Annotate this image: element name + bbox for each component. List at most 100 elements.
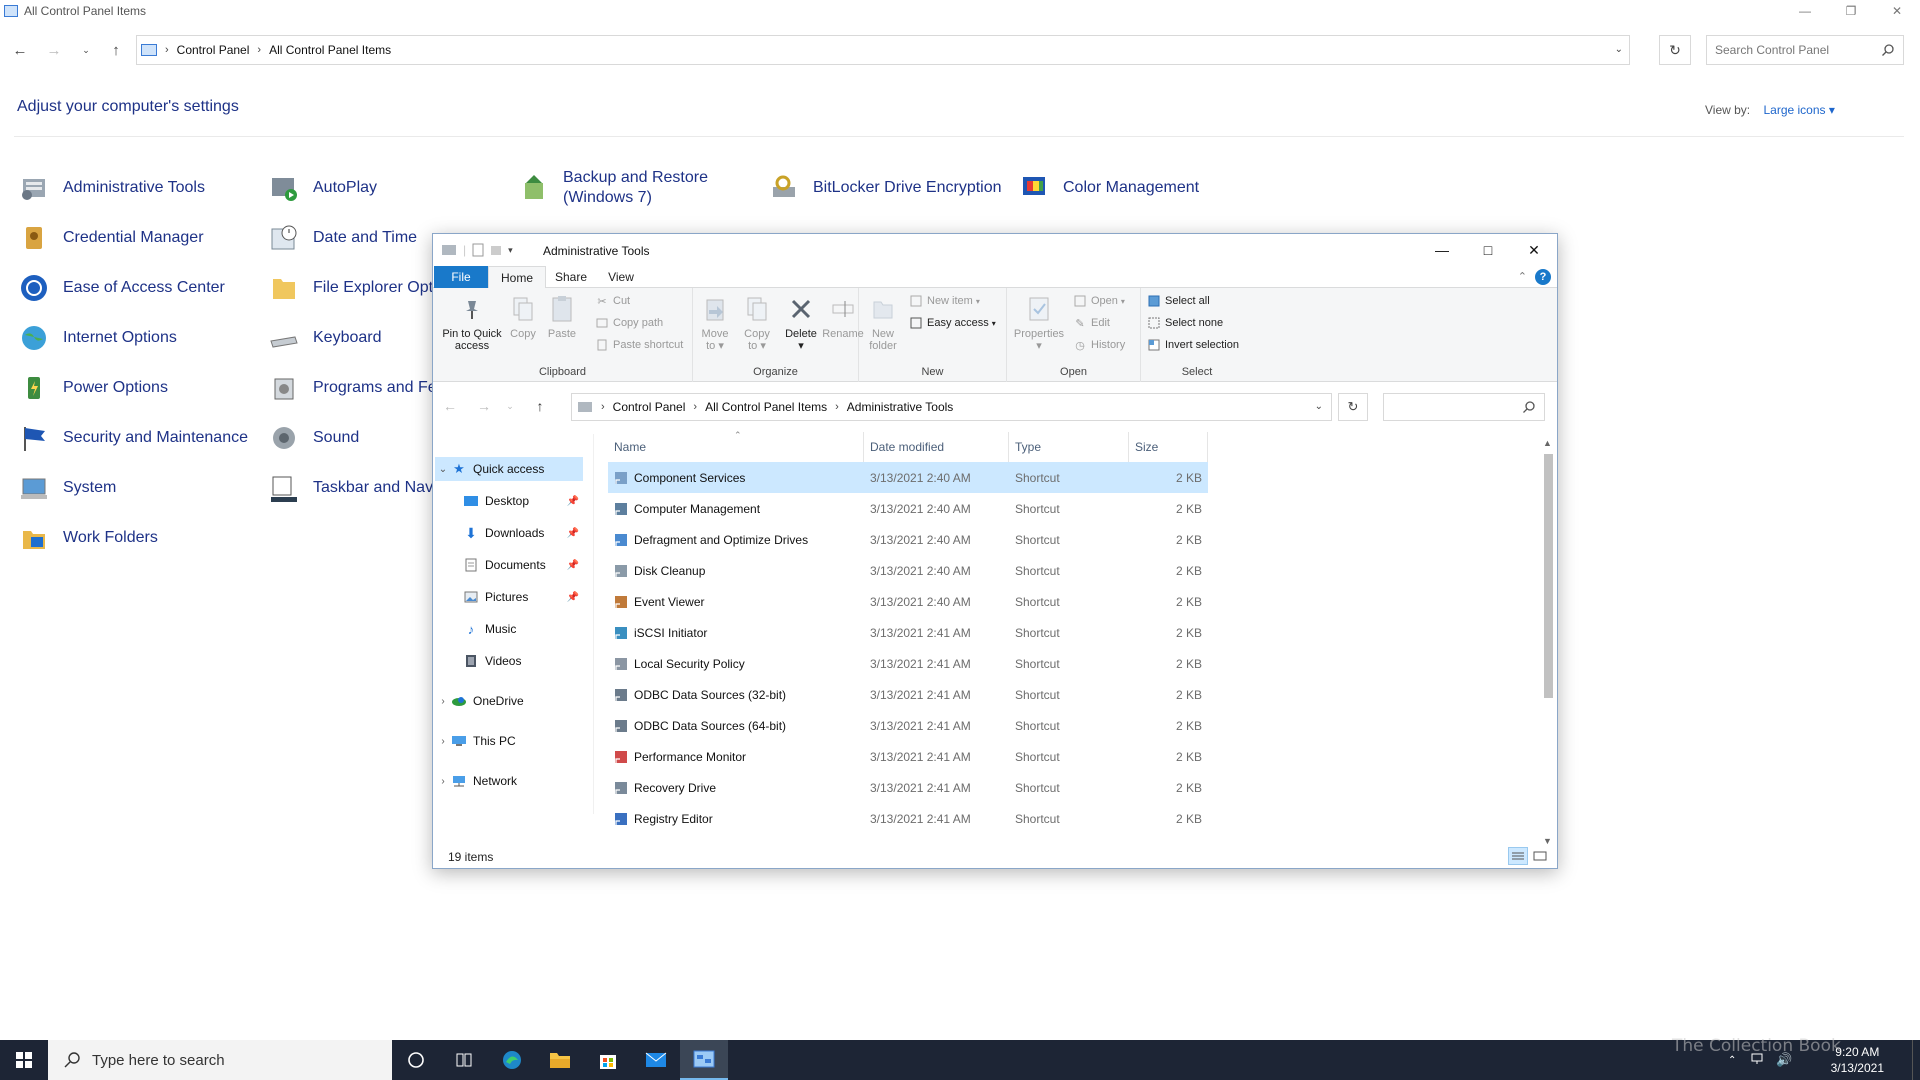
show-desktop-button[interactable] xyxy=(1912,1040,1920,1080)
mail-button[interactable] xyxy=(632,1040,680,1080)
pin-quick-access-button[interactable]: Pin to Quick access xyxy=(441,294,503,352)
back-arrow-icon[interactable]: ← xyxy=(8,34,32,66)
new-folder-icon[interactable] xyxy=(490,243,502,257)
file-row[interactable]: Disk Cleanup 3/13/2021 2:40 AM Shortcut 2 K… xyxy=(608,555,1208,586)
file-row[interactable]: Local Security Policy 3/13/2021 2:41 AM Sh… xyxy=(608,648,1208,679)
paste-shortcut-button[interactable]: Paste shortcut xyxy=(595,336,683,354)
restore-icon[interactable]: ❐ xyxy=(1828,0,1874,22)
cp-item-date-time[interactable]: Date and Time xyxy=(268,218,417,258)
cp-item-taskbar-navigation[interactable]: Taskbar and Navig xyxy=(268,468,446,508)
task-view-button[interactable] xyxy=(440,1040,488,1080)
rename-button[interactable]: Rename xyxy=(822,294,864,340)
tab-home[interactable]: Home xyxy=(488,266,546,289)
easy-access-button[interactable]: Easy access ▾ xyxy=(909,314,996,332)
open-button[interactable]: Open ▾ xyxy=(1073,292,1125,310)
store-button[interactable] xyxy=(584,1040,632,1080)
tab-share[interactable]: Share xyxy=(546,266,596,288)
edit-button[interactable]: ✎ Edit xyxy=(1073,314,1110,332)
chevron-right-icon[interactable]: › xyxy=(435,776,451,787)
cp-item-programs-features[interactable]: Programs and Fe xyxy=(268,368,437,408)
column-name[interactable]: Name xyxy=(608,432,864,462)
column-size[interactable]: Size xyxy=(1129,432,1208,462)
properties-dropdown-icon[interactable]: ▾ xyxy=(1036,340,1042,352)
nav-downloads[interactable]: ⬇ Downloads 📌 xyxy=(463,521,581,545)
scrollbar-thumb[interactable] xyxy=(1544,454,1553,698)
pane-splitter[interactable] xyxy=(593,434,594,814)
forward-arrow-icon[interactable]: → xyxy=(42,34,66,66)
qat-dropdown-icon[interactable]: ▾ xyxy=(508,245,513,256)
large-icons-view-button[interactable] xyxy=(1530,847,1550,865)
file-explorer-button[interactable] xyxy=(536,1040,584,1080)
cp-item-credential-manager[interactable]: Credential Manager xyxy=(18,218,204,258)
close-icon[interactable]: ✕ xyxy=(1511,234,1557,266)
start-button[interactable] xyxy=(0,1040,48,1080)
paste-button[interactable]: Paste xyxy=(545,294,579,340)
edge-button[interactable] xyxy=(488,1040,536,1080)
nav-quick-access[interactable]: ⌄ ★ Quick access xyxy=(435,457,583,481)
nav-network[interactable]: › Network xyxy=(435,769,583,793)
file-row[interactable]: ODBC Data Sources (32-bit) 3/13/2021 2:41… xyxy=(608,679,1208,710)
tab-file[interactable]: File xyxy=(434,266,488,288)
tab-view[interactable]: View xyxy=(596,266,646,288)
up-arrow-icon[interactable]: ↑ xyxy=(529,394,551,418)
recent-locations-chevron-icon[interactable]: ⌄ xyxy=(74,34,98,66)
pin-icon[interactable]: 📌 xyxy=(567,496,579,507)
cp-item-color-management[interactable]: Color Management xyxy=(1018,168,1199,208)
cp-item-sound[interactable]: Sound xyxy=(268,418,359,458)
minimize-icon[interactable]: — xyxy=(1782,0,1828,22)
select-all-button[interactable]: Select all xyxy=(1147,292,1210,310)
pin-icon[interactable]: 📌 xyxy=(567,592,579,603)
file-row[interactable]: Component Services 3/13/2021 2:40 AM Short… xyxy=(608,462,1208,493)
history-button[interactable]: ◷ History xyxy=(1073,336,1125,354)
nav-videos[interactable]: Videos xyxy=(463,649,581,673)
pin-icon[interactable]: 📌 xyxy=(567,560,579,571)
refresh-button[interactable]: ↻ xyxy=(1338,393,1368,421)
cortana-button[interactable] xyxy=(392,1040,440,1080)
delete-dropdown-icon[interactable]: ▾ xyxy=(798,340,804,352)
cp-search-box[interactable]: Search Control Panel xyxy=(1706,35,1904,65)
refresh-button[interactable]: ↻ xyxy=(1659,35,1691,65)
nav-onedrive[interactable]: › OneDrive xyxy=(435,689,583,713)
delete-button[interactable]: Delete ▾ xyxy=(781,294,821,352)
breadcrumb-all-items[interactable]: All Control Panel Items xyxy=(269,43,391,57)
cp-address-bar[interactable]: › Control Panel › All Control Panel Item… xyxy=(136,35,1630,65)
chevron-down-icon[interactable]: ⌄ xyxy=(435,464,451,475)
cp-item-bitlocker[interactable]: BitLocker Drive Encryption xyxy=(768,168,1002,208)
help-icon[interactable]: ? xyxy=(1535,269,1551,285)
cp-item-file-explorer-options[interactable]: File Explorer Opti xyxy=(268,268,437,308)
taskbar-search[interactable]: Type here to search xyxy=(48,1040,392,1080)
nav-desktop[interactable]: Desktop 📌 xyxy=(463,489,581,513)
properties-icon[interactable] xyxy=(472,243,484,257)
close-icon[interactable]: ✕ xyxy=(1874,0,1920,22)
nav-this-pc[interactable]: › This PC xyxy=(435,729,583,753)
cp-item-ease-of-access[interactable]: Ease of Access Center xyxy=(18,268,225,308)
select-none-button[interactable]: Select none xyxy=(1147,314,1223,332)
control-panel-taskbar-button[interactable] xyxy=(680,1040,728,1080)
cut-button[interactable]: ✂ Cut xyxy=(595,292,630,310)
move-to-button[interactable]: Move to ▾ xyxy=(699,294,731,352)
breadcrumb-control-panel[interactable]: Control Panel xyxy=(613,400,686,414)
cp-item-keyboard[interactable]: Keyboard xyxy=(268,318,382,358)
breadcrumb-control-panel[interactable]: Control Panel xyxy=(177,43,250,57)
invert-selection-button[interactable]: Invert selection xyxy=(1147,336,1239,354)
forward-arrow-icon[interactable]: → xyxy=(473,394,495,418)
address-dropdown-icon[interactable]: ⌄ xyxy=(1315,401,1323,412)
minimize-icon[interactable]: — xyxy=(1419,234,1465,266)
pin-icon[interactable]: 📌 xyxy=(567,528,579,539)
breadcrumb-administrative-tools[interactable]: Administrative Tools xyxy=(847,400,954,414)
chevron-right-icon[interactable]: › xyxy=(435,696,451,707)
chevron-right-icon[interactable]: › xyxy=(435,736,451,747)
file-row[interactable]: Computer Management 3/13/2021 2:40 AM Shor… xyxy=(608,493,1208,524)
copy-path-button[interactable]: Copy path xyxy=(595,314,663,332)
maximize-icon[interactable]: □ xyxy=(1465,234,1511,266)
cp-item-administrative-tools[interactable]: Administrative Tools xyxy=(18,168,205,208)
cp-item-power-options[interactable]: Power Options xyxy=(18,368,168,408)
column-type[interactable]: Type xyxy=(1009,432,1129,462)
vertical-scrollbar[interactable]: ▲ ▼ xyxy=(1541,438,1555,846)
file-row[interactable]: Recovery Drive 3/13/2021 2:41 AM Shortcut 2… xyxy=(608,772,1208,803)
address-dropdown-icon[interactable]: ⌄ xyxy=(1615,44,1623,55)
cp-item-autoplay[interactable]: AutoPlay xyxy=(268,168,377,208)
properties-button[interactable]: Properties ▾ xyxy=(1011,294,1067,352)
cp-item-work-folders[interactable]: Work Folders xyxy=(18,518,158,558)
cp-item-system[interactable]: System xyxy=(18,468,116,508)
